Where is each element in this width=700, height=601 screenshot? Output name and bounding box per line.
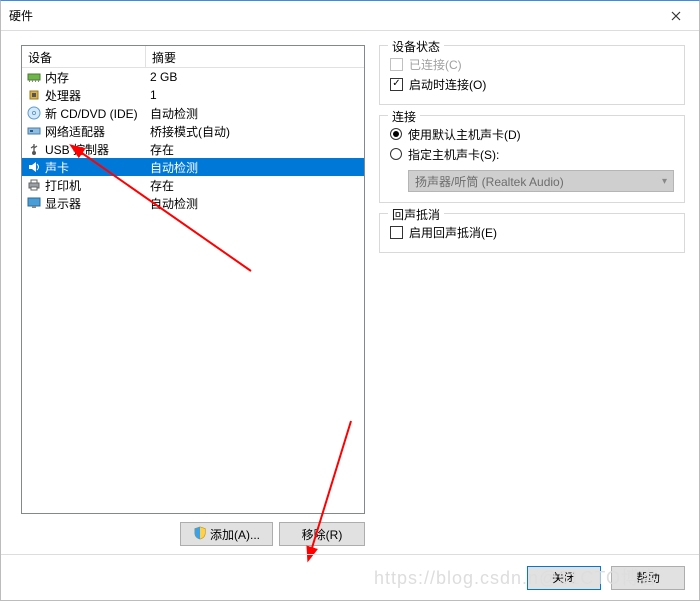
specify-label: 指定主机声卡(S): (408, 146, 499, 163)
sound-icon (26, 159, 42, 175)
printer-icon (26, 177, 42, 193)
connected-label: 已连接(C) (409, 56, 462, 73)
close-icon (671, 11, 681, 21)
help-button[interactable]: 帮助 (611, 566, 685, 590)
device-name: 新 CD/DVD (IDE) (45, 105, 138, 122)
window-title: 硬件 (9, 7, 33, 24)
add-button-label: 添加(A)... (210, 526, 260, 543)
add-button[interactable]: 添加(A)... (180, 522, 273, 546)
device-row[interactable]: USB 控制器 存在 (22, 140, 364, 158)
device-status-group: 设备状态 已连接(C) ✓ 启动时连接(O) (379, 45, 685, 105)
device-name: 内存 (45, 69, 69, 86)
device-row[interactable]: 显示器 自动检测 (22, 194, 364, 212)
right-column: 设备状态 已连接(C) ✓ 启动时连接(O) 连接 使用默认主机声卡(D) (379, 45, 685, 546)
device-summary: 存在 (146, 141, 364, 158)
enable-echo-label: 启用回声抵消(E) (409, 224, 497, 241)
dialog-footer: https://blog.csdn.n@51CTO博客 关闭 帮助 (1, 554, 699, 600)
chevron-down-icon: ▾ (662, 176, 667, 187)
radio-icon (390, 148, 402, 160)
device-name: 处理器 (45, 87, 81, 104)
device-row[interactable]: 打印机 存在 (22, 176, 364, 194)
use-default-radio[interactable]: 使用默认主机声卡(D) (390, 124, 674, 144)
list-header: 设备 摘要 (22, 46, 364, 68)
nic-icon (26, 123, 42, 139)
remove-button[interactable]: 移除(R) (279, 522, 365, 546)
use-default-label: 使用默认主机声卡(D) (408, 126, 521, 143)
usb-icon (26, 141, 42, 157)
connected-checkbox: 已连接(C) (390, 54, 674, 74)
enable-echo-checkbox[interactable]: 启用回声抵消(E) (390, 222, 674, 242)
device-summary: 自动检测 (146, 159, 364, 176)
device-row[interactable]: 网络适配器 桥接模式(自动) (22, 122, 364, 140)
combo-value: 扬声器/听筒 (Realtek Audio) (415, 173, 564, 190)
connection-group: 连接 使用默认主机声卡(D) 指定主机声卡(S): 扬声器/听筒 (Realte… (379, 115, 685, 203)
left-buttons: 添加(A)... 移除(R) (21, 514, 365, 546)
checkbox-icon (390, 226, 403, 239)
left-column: 设备 摘要 内存2 GB处理器1新 CD/DVD (IDE)自动检测网络适配器桥… (21, 45, 365, 546)
cd-icon (26, 105, 42, 121)
device-row[interactable]: 处理器 1 (22, 86, 364, 104)
device-name: 网络适配器 (45, 123, 105, 140)
hardware-dialog: 硬件 设备 摘要 内存2 GB处理器1新 CD/DVD (IDE)自动检测网络适… (0, 0, 700, 601)
titlebar: 硬件 (1, 1, 699, 31)
device-name: 显示器 (45, 195, 81, 212)
cpu-icon (26, 87, 42, 103)
close-button[interactable]: 关闭 (527, 566, 601, 590)
device-name: 声卡 (45, 159, 69, 176)
column-header-device[interactable]: 设备 (22, 46, 146, 67)
sound-card-combo: 扬声器/听筒 (Realtek Audio) ▾ (408, 170, 674, 192)
checkbox-icon (390, 58, 403, 71)
remove-button-label: 移除(R) (302, 526, 343, 543)
device-summary: 1 (146, 88, 364, 102)
device-name: 打印机 (45, 177, 81, 194)
device-row[interactable]: 内存 2 GB (22, 68, 364, 86)
device-summary: 2 GB (146, 70, 364, 84)
checkbox-icon: ✓ (390, 78, 403, 91)
echo-group: 回声抵消 启用回声抵消(E) (379, 213, 685, 253)
specify-radio[interactable]: 指定主机声卡(S): (390, 144, 674, 164)
radio-icon (390, 128, 402, 140)
device-summary: 桥接模式(自动) (146, 123, 364, 140)
shield-icon (193, 526, 207, 543)
device-summary: 自动检测 (146, 195, 364, 212)
display-icon (26, 195, 42, 211)
device-name: USB 控制器 (45, 141, 109, 158)
dialog-body: 设备 摘要 内存2 GB处理器1新 CD/DVD (IDE)自动检测网络适配器桥… (1, 31, 699, 554)
echo-title: 回声抵消 (388, 206, 444, 223)
connection-title: 连接 (388, 108, 420, 125)
column-header-summary[interactable]: 摘要 (146, 46, 364, 67)
device-summary: 自动检测 (146, 105, 364, 122)
connect-at-poweron-label: 启动时连接(O) (409, 76, 486, 93)
close-window-button[interactable] (653, 1, 699, 31)
connect-at-poweron-checkbox[interactable]: ✓ 启动时连接(O) (390, 74, 674, 94)
device-summary: 存在 (146, 177, 364, 194)
device-row[interactable]: 声卡 自动检测 (22, 158, 364, 176)
memory-icon (26, 69, 42, 85)
device-row[interactable]: 新 CD/DVD (IDE) 自动检测 (22, 104, 364, 122)
device-list[interactable]: 设备 摘要 内存2 GB处理器1新 CD/DVD (IDE)自动检测网络适配器桥… (21, 45, 365, 514)
device-status-title: 设备状态 (388, 38, 444, 55)
